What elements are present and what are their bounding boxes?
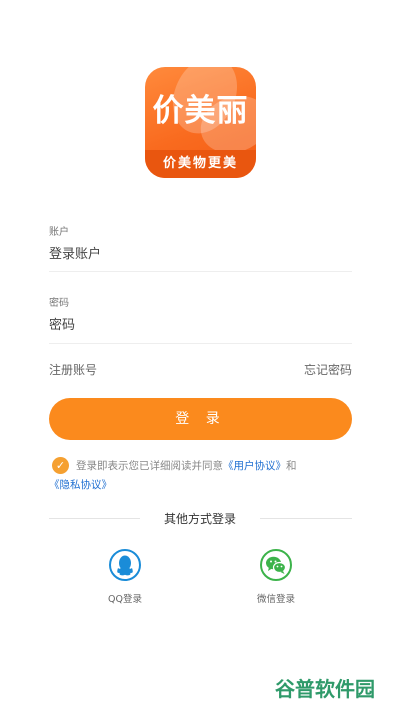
- checkmark-icon: ✓: [55, 459, 66, 472]
- watermark-logo: 谷普软件园: [275, 677, 375, 701]
- agreement-text: 登录即表示您已详细阅读并同意《用户协议》和《隐私协议》: [49, 457, 357, 495]
- agreement-prefix: 登录即表示您已详细阅读并同意: [76, 460, 223, 472]
- other-login-title: 其他方式登录: [163, 512, 236, 526]
- wechat-login-label: 微信登录: [256, 594, 295, 605]
- account-label: 账户: [49, 227, 69, 238]
- password-divider: [49, 343, 352, 344]
- agreement-checkbox[interactable]: ✓: [52, 457, 69, 474]
- account-input[interactable]: [49, 242, 352, 266]
- wechat-login-button[interactable]: 微信登录: [241, 549, 311, 605]
- other-login-divider-right: [260, 518, 352, 519]
- password-input[interactable]: [49, 313, 352, 337]
- wechat-icon: [260, 549, 292, 581]
- login-button[interactable]: 登 录: [49, 398, 352, 440]
- qq-login-label: QQ登录: [108, 594, 142, 605]
- privacy-protocol-link[interactable]: 《隐私协议》: [49, 479, 112, 491]
- other-login-divider-left: [49, 518, 140, 519]
- qq-login-button[interactable]: QQ登录: [90, 549, 160, 605]
- password-label: 密码: [49, 298, 69, 309]
- account-divider: [49, 271, 352, 272]
- forgot-password-link[interactable]: 忘记密码: [304, 361, 352, 378]
- agreement-and: 和: [286, 460, 297, 472]
- register-link[interactable]: 注册账号: [49, 361, 97, 378]
- logo-brand-text: 价美丽: [152, 93, 249, 129]
- user-protocol-link[interactable]: 《用户协议》: [223, 460, 286, 472]
- logo-slogan: 价美物更美: [145, 150, 256, 178]
- app-logo: 价美丽 价美物更美: [145, 67, 256, 178]
- qq-icon: [109, 549, 141, 581]
